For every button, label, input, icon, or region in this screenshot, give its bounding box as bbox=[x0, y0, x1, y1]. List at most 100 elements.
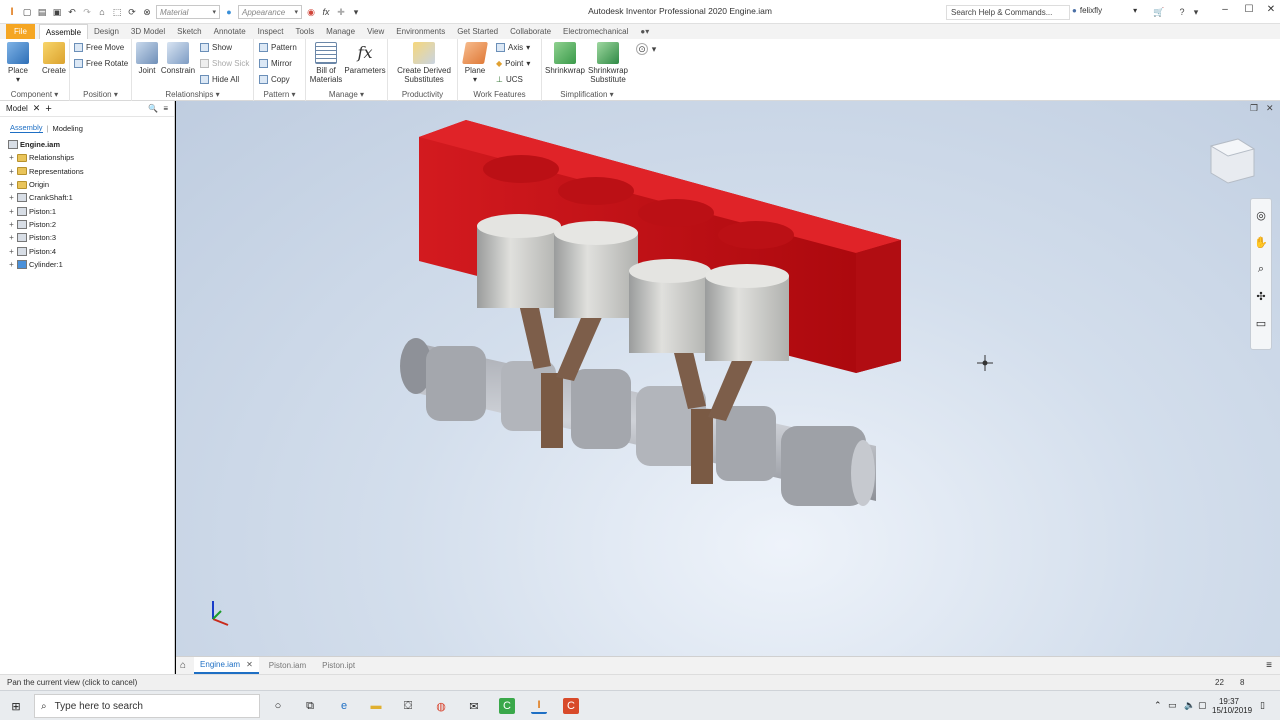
cart-icon[interactable]: 🛒 bbox=[1153, 6, 1165, 18]
pan-icon[interactable]: ✋ bbox=[1251, 236, 1271, 249]
expand-icon[interactable]: + bbox=[8, 167, 15, 175]
customize-dropdown-icon[interactable]: ▾ bbox=[350, 6, 362, 18]
tab-design[interactable]: Design bbox=[88, 24, 125, 39]
home-tab-icon[interactable]: ⌂ bbox=[180, 660, 186, 671]
steering-wheel-icon[interactable]: ◎ bbox=[1251, 209, 1271, 222]
tree-node[interactable]: + Relationships bbox=[8, 151, 174, 164]
tree-root-engine[interactable]: Engine.iam bbox=[8, 138, 174, 151]
viewport-restore-icon[interactable]: ❐ bbox=[1250, 103, 1258, 114]
ribbon-options-dropdown-icon[interactable]: ▾ bbox=[648, 43, 660, 55]
notifications-icon[interactable]: ▯ bbox=[1260, 700, 1265, 711]
view-cube[interactable] bbox=[1209, 138, 1256, 184]
recorder-icon[interactable]: C bbox=[563, 698, 579, 714]
tab-3d-model[interactable]: 3D Model bbox=[125, 24, 171, 39]
edge-icon[interactable]: e bbox=[336, 698, 352, 714]
graphics-viewport[interactable]: ◎ ✋ ⌕ ✣ ▭ ❐ ✕ bbox=[176, 101, 1280, 656]
taskbar-clock[interactable]: 19:37 15/10/2019 bbox=[1212, 697, 1252, 715]
inventor-taskbar-icon[interactable]: I bbox=[531, 698, 547, 714]
expand-icon[interactable]: + bbox=[8, 260, 15, 268]
more-tabs-icon[interactable]: ●▾ bbox=[634, 24, 655, 39]
windows-start-icon[interactable]: ⊞ bbox=[8, 698, 24, 714]
battery-icon[interactable]: ▭ bbox=[1168, 700, 1177, 711]
expand-icon[interactable]: + bbox=[8, 207, 15, 215]
expand-icon[interactable]: + bbox=[8, 247, 15, 255]
open-icon[interactable]: ▤ bbox=[36, 6, 48, 18]
update-icon[interactable]: ⟳ bbox=[126, 6, 138, 18]
help-icon[interactable]: ? bbox=[1176, 6, 1188, 18]
browser-close-icon[interactable]: ✕ bbox=[33, 103, 41, 114]
tab-get-started[interactable]: Get Started bbox=[451, 24, 504, 39]
copy-button[interactable]: Copy bbox=[259, 75, 290, 84]
new-icon[interactable]: ▢ bbox=[21, 6, 33, 18]
save-icon[interactable]: ▣ bbox=[51, 6, 63, 18]
doc-tabs-menu-icon[interactable]: ≡ bbox=[1266, 660, 1272, 671]
doc-tab-close-icon[interactable]: ✕ bbox=[246, 660, 253, 669]
network-icon[interactable]: ▢ bbox=[1198, 700, 1207, 711]
cortana-icon[interactable]: ○ bbox=[270, 698, 286, 714]
tree-node[interactable]: + Cylinder:1 bbox=[8, 258, 174, 271]
doc-tab-piston-ipt[interactable]: Piston.ipt bbox=[316, 657, 361, 674]
tree-node[interactable]: + Piston:1 bbox=[8, 204, 174, 217]
tree-node[interactable]: + Origin bbox=[8, 178, 174, 191]
doc-tab-engine[interactable]: Engine.iam ✕ bbox=[194, 657, 259, 674]
taskbar-search-input[interactable]: ⌕ Type here to search bbox=[34, 694, 260, 718]
tab-environments[interactable]: Environments bbox=[390, 24, 451, 39]
panel-pattern-label[interactable]: Pattern ▾ bbox=[254, 90, 305, 99]
tab-annotate[interactable]: Annotate bbox=[208, 24, 252, 39]
look-at-icon[interactable]: ▭ bbox=[1251, 317, 1271, 330]
hide-all-button[interactable]: Hide All bbox=[200, 75, 239, 84]
tab-electromechanical[interactable]: Electromechanical bbox=[557, 24, 634, 39]
show-sick-button[interactable]: Show Sick bbox=[200, 59, 249, 68]
expand-icon[interactable]: + bbox=[8, 234, 15, 242]
appearance-combo[interactable]: Appearance ▾ bbox=[238, 5, 302, 19]
tab-tools[interactable]: Tools bbox=[289, 24, 320, 39]
material-combo[interactable]: Material ▾ bbox=[156, 5, 220, 19]
add-icon[interactable]: ✚ bbox=[335, 6, 347, 18]
help-dropdown-icon[interactable]: ▾ bbox=[1190, 6, 1202, 18]
tree-node[interactable]: + Piston:2 bbox=[8, 218, 174, 231]
tab-view[interactable]: View bbox=[361, 24, 390, 39]
file-explorer-icon[interactable]: ▬ bbox=[368, 698, 384, 714]
create-derived-substitutes-button[interactable]: Create Derived Substitutes bbox=[394, 42, 454, 84]
select-icon[interactable]: ⬚ bbox=[111, 6, 123, 18]
panel-component-label[interactable]: Component ▾ bbox=[0, 90, 69, 99]
panel-position-label[interactable]: Position ▾ bbox=[70, 90, 131, 99]
ucs-button[interactable]: ⊥ UCS bbox=[496, 75, 523, 84]
free-move-button[interactable]: Free Move bbox=[74, 43, 124, 52]
user-account[interactable]: ● felixfly ▾ bbox=[1072, 6, 1137, 15]
tab-assemble[interactable]: Assemble bbox=[38, 24, 89, 39]
orbit-icon[interactable]: ✣ bbox=[1251, 290, 1271, 303]
shrinkwrap-substitute-button[interactable]: Shrinkwrap Substitute bbox=[586, 42, 630, 84]
tab-sketch[interactable]: Sketch bbox=[171, 24, 207, 39]
browser-tab-assembly[interactable]: Assembly bbox=[10, 123, 43, 133]
bill-of-materials-button[interactable]: Bill of Materials bbox=[308, 42, 344, 84]
tab-file[interactable]: File bbox=[6, 24, 35, 39]
place-button[interactable]: Place ▾ bbox=[6, 42, 30, 84]
constrain-button[interactable]: Constrain bbox=[160, 42, 196, 75]
redo-icon[interactable]: ↷ bbox=[81, 6, 93, 18]
pattern-button[interactable]: Pattern bbox=[259, 43, 297, 52]
store-icon[interactable]: ⛋ bbox=[400, 698, 416, 714]
plane-button[interactable]: Plane ▾ bbox=[462, 42, 488, 84]
tray-chevron-icon[interactable]: ⌃ bbox=[1154, 700, 1162, 711]
tab-inspect[interactable]: Inspect bbox=[252, 24, 290, 39]
minimize-icon[interactable]: – bbox=[1216, 4, 1234, 20]
camtasia-icon[interactable]: C bbox=[499, 698, 515, 714]
browser-menu-icon[interactable]: ≡ bbox=[163, 104, 168, 113]
show-button[interactable]: Show bbox=[200, 43, 232, 52]
browser-search-icon[interactable]: 🔍 bbox=[148, 104, 158, 113]
tab-collaborate[interactable]: Collaborate bbox=[504, 24, 557, 39]
doc-tab-piston-iam[interactable]: Piston.iam bbox=[263, 657, 312, 674]
parameters-button[interactable]: fx Parameters bbox=[344, 42, 386, 75]
undo-icon[interactable]: ↶ bbox=[66, 6, 78, 18]
mirror-button[interactable]: Mirror bbox=[259, 59, 292, 68]
point-button[interactable]: ◆ Point ▾ bbox=[496, 59, 530, 68]
ribbon-options-icon[interactable]: ⊙ bbox=[636, 43, 648, 55]
shrinkwrap-button[interactable]: Shrinkwrap bbox=[544, 42, 586, 75]
panel-manage-label[interactable]: Manage ▾ bbox=[306, 90, 387, 99]
tab-manage[interactable]: Manage bbox=[320, 24, 361, 39]
expand-icon[interactable]: + bbox=[8, 154, 15, 162]
close-icon[interactable]: ✕ bbox=[1262, 4, 1280, 20]
volume-icon[interactable]: 🔈 bbox=[1184, 700, 1195, 711]
mail-icon[interactable]: ✉ bbox=[466, 698, 482, 714]
